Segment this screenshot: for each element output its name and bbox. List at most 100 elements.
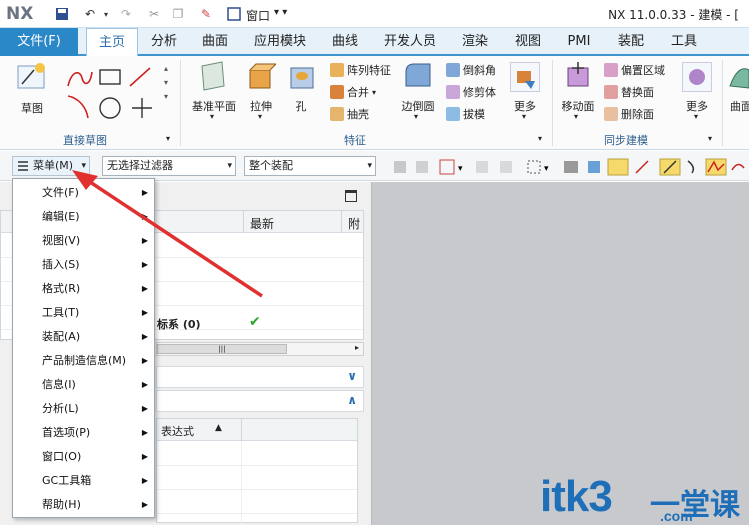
maximize-icon[interactable] [345, 190, 357, 202]
tab-pmi[interactable]: PMI [556, 28, 602, 56]
more-features-dropdown[interactable]: ▾ [522, 112, 526, 121]
move-face-dropdown[interactable]: ▾ [574, 112, 578, 121]
more-sync-icon[interactable] [682, 62, 712, 92]
undo-dropdown-icon[interactable]: ▾ [98, 6, 114, 22]
chamfer-button[interactable]: 倒斜角 [446, 62, 496, 78]
menu-item-information[interactable]: 信息(I) ▶ [13, 373, 154, 397]
collapse-icon[interactable]: ∧ [347, 393, 357, 407]
offset-region-button[interactable]: 偏置区域 [604, 62, 665, 78]
menu-item-window[interactable]: 窗口(O) ▶ [13, 445, 154, 469]
pattern-feature-button[interactable]: 阵列特征 [330, 62, 391, 78]
window-menu[interactable]: 窗口 [246, 7, 270, 24]
menu-item-view[interactable]: 视图(V) ▶ [13, 229, 154, 253]
submenu-arrow-icon: ▶ [141, 284, 148, 293]
shell-label: 抽壳 [347, 108, 369, 121]
menu-item-edit[interactable]: 编辑(E) ▶ [13, 205, 154, 229]
menu-item-file[interactable]: 文件(F) ▶ [13, 181, 154, 205]
menu-item-help[interactable]: 帮助(H) ▶ [13, 493, 154, 517]
expression-column-header[interactable]: 表达式 [161, 423, 194, 439]
extrude-icon[interactable] [246, 60, 278, 92]
datum-plane-icon[interactable] [198, 60, 228, 92]
menu-item-pmi[interactable]: 产品制造信息(M) ▶ [13, 349, 154, 373]
menu-dropdown-icon: ▾ [81, 161, 86, 171]
menu-item-format[interactable]: 格式(R) ▶ [13, 277, 154, 301]
window-menu-dropdown-icon[interactable]: ▾ ▾ [274, 7, 287, 18]
sort-ascending-icon[interactable]: ▲ [215, 423, 222, 433]
menu-item-tools[interactable]: 工具(T) ▶ [13, 301, 154, 325]
extrude-dropdown[interactable]: ▾ [258, 112, 262, 121]
scrollbar-thumb[interactable]: ||| [157, 344, 287, 354]
sync-group-menu[interactable]: ▾ [708, 134, 712, 143]
menu-item-preferences[interactable]: 首选项(P) ▶ [13, 421, 154, 445]
copy-icon[interactable]: ❐ [170, 6, 186, 22]
feature-group-menu[interactable]: ▾ [538, 134, 542, 143]
sketch-gallery-scroll[interactable]: ▴ ▾ ▾ [164, 62, 168, 104]
csys-row-label[interactable]: 标系 (0) [157, 316, 201, 332]
ribbon: 草图 ▴ ▾ ▾ 直接草图 ▾ 基准平面 ▾ 拉伸 ▾ 孔 阵列特征 合并 ▾ 抽壳 … [0, 56, 749, 150]
tab-applications[interactable]: 应用模块 [244, 28, 316, 56]
col-latest-header[interactable]: 最新 [250, 215, 274, 232]
trim-body-button[interactable]: 修剪体 [446, 84, 496, 100]
menu-button[interactable]: 菜单(M) ▾ [12, 156, 90, 176]
more-features-icon[interactable] [510, 62, 540, 92]
details-panel-header[interactable]: ∧ [156, 390, 364, 412]
tab-curve[interactable]: 曲线 [320, 28, 370, 56]
chevron-down-icon: ▾ [367, 161, 372, 171]
shell-button[interactable]: 抽壳 [330, 106, 369, 122]
undo-icon[interactable]: ↶ [82, 6, 98, 22]
watermark-logo: itk3 [540, 472, 613, 521]
repeat-command-icon[interactable]: ✎ [198, 6, 214, 22]
tab-developer[interactable]: 开发人员 [374, 28, 446, 56]
tab-view[interactable]: 视图 [504, 28, 552, 56]
assembly-scope-value: 整个装配 [249, 159, 293, 172]
direct-sketch-group-menu[interactable]: ▾ [166, 134, 170, 143]
tab-tools[interactable]: 工具 [660, 28, 708, 56]
selection-toolbar: 菜单(M) ▾ 无选择过滤器 ▾ 整个装配 ▾ ▾ ▾ [0, 151, 749, 181]
window-icon[interactable] [226, 6, 242, 22]
menu-item-gc-toolkit[interactable]: GC工具箱 ▶ [13, 469, 154, 493]
tab-render[interactable]: 渲染 [450, 28, 500, 56]
sketch-icon[interactable] [14, 60, 50, 94]
menu-item-analysis[interactable]: 分析(L) ▶ [13, 397, 154, 421]
redo-icon[interactable]: ↷ [118, 6, 134, 22]
replace-face-button[interactable]: 替换面 [604, 84, 654, 100]
replace-face-icon [604, 85, 618, 99]
unite-button[interactable]: 合并 ▾ [330, 84, 376, 100]
draft-button[interactable]: 拔模 [446, 106, 485, 122]
chevron-down-icon: ▾ [227, 161, 232, 171]
menu-item-insert[interactable]: 插入(S) ▶ [13, 253, 154, 277]
draft-label: 拔模 [463, 108, 485, 121]
cut-icon[interactable]: ✂ [146, 6, 162, 22]
ribbon-tab-bar: 文件(F) 主页 分析 曲面 应用模块 曲线 开发人员 渲染 视图 PMI 装配… [0, 28, 749, 58]
delete-face-button[interactable]: 删除面 [604, 106, 654, 122]
menu-button-label: 菜单(M) [33, 159, 74, 172]
trim-body-icon [446, 85, 460, 99]
assembly-scope-select[interactable]: 整个装配 ▾ [244, 156, 376, 176]
expand-icon[interactable]: ∨ [347, 369, 357, 383]
tab-surface[interactable]: 曲面 [190, 28, 240, 56]
horizontal-scrollbar[interactable]: ||| ▸ [156, 342, 364, 356]
move-face-icon[interactable] [562, 60, 594, 92]
save-icon[interactable] [54, 6, 70, 22]
submenu-arrow-icon: ▶ [141, 260, 148, 269]
tab-file[interactable]: 文件(F) [0, 28, 78, 56]
tab-assembly[interactable]: 装配 [606, 28, 656, 56]
scroll-right-icon[interactable]: ▸ [355, 343, 359, 352]
more-sync-dropdown[interactable]: ▾ [694, 112, 698, 121]
hole-icon[interactable] [288, 62, 318, 92]
edge-blend-icon[interactable] [402, 60, 434, 92]
edge-blend-dropdown[interactable]: ▾ [414, 112, 418, 121]
unite-label: 合并 [347, 86, 369, 99]
curve-tools [62, 64, 162, 124]
group-divider [180, 60, 181, 146]
col-attach-header[interactable]: 附 [348, 215, 360, 232]
surface-icon[interactable] [728, 60, 749, 92]
details-table: 表达式 ▲ [156, 418, 358, 523]
datum-plane-dropdown[interactable]: ▾ [210, 112, 214, 121]
dependencies-panel-header[interactable]: ∨ [156, 366, 364, 388]
window-title: NX 11.0.0.33 - 建模 - [ [608, 8, 739, 22]
menu-item-assembly[interactable]: 装配(A) ▶ [13, 325, 154, 349]
tab-analysis[interactable]: 分析 [140, 28, 188, 56]
selection-filter-select[interactable]: 无选择过滤器 ▾ [102, 156, 236, 176]
tab-home[interactable]: 主页 [86, 28, 138, 58]
